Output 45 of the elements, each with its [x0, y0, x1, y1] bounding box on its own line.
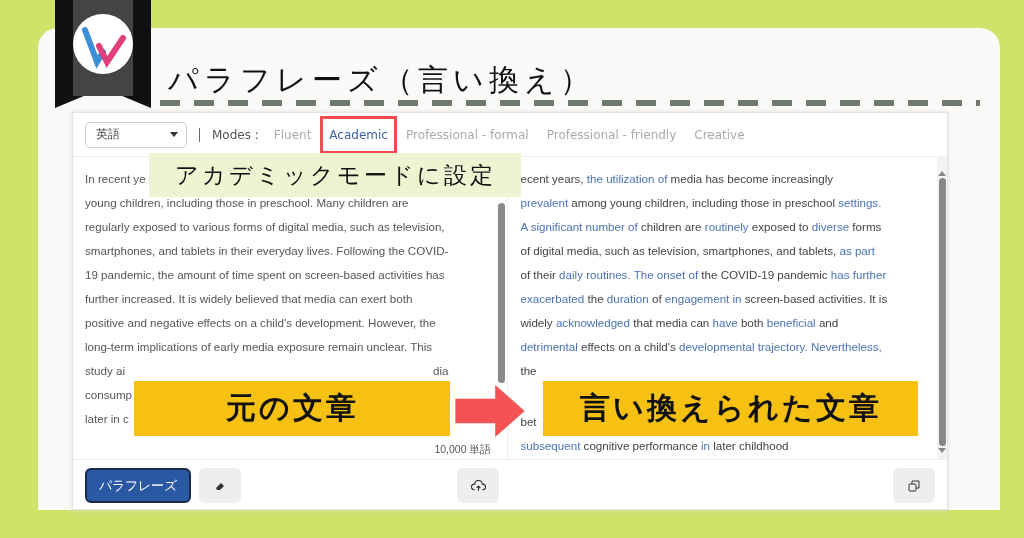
modes-label: Modes :	[212, 127, 259, 142]
source-text: 19 pandemic, the amount of time spent on screen-based activities has	[85, 267, 445, 283]
source-text: further increased. It is widely believed that media can exert both	[85, 291, 413, 307]
paraphrased-text: of digital media, such as television, smartphones, and tablets, as part	[520, 243, 875, 259]
paraphrased-text: detrimental effects on a child's developmental trajectory. Nevertheless,	[520, 339, 882, 355]
source-text: young children, including those in preschool. Many children are	[85, 195, 409, 211]
page-title: パラフレーズ（言い換え）	[168, 61, 595, 99]
copy-button[interactable]	[893, 468, 935, 503]
cloud-upload-icon	[470, 479, 486, 492]
paraphrased-text: the	[520, 363, 537, 379]
mode-tab[interactable]: Creative	[685, 115, 754, 154]
annotation-label: 言い換えられた文章	[543, 381, 918, 436]
language-dropdown[interactable]: 英語	[85, 121, 187, 148]
source-text: In recent ye	[85, 171, 146, 187]
mode-tab[interactable]: Professional - friendly	[537, 115, 686, 154]
annotation-label: 元の文章	[134, 381, 450, 436]
paraphrased-text: widely acknowledged that media can have both beneficial and	[520, 315, 839, 331]
paraphrased-text: of their daily routines. The onset of the COVID-19 pandemic has further	[520, 267, 887, 283]
upload-button[interactable]	[457, 468, 499, 503]
paraphrased-text: A significant number of children are routinely exposed to diverse forms	[520, 219, 882, 235]
mode-tab[interactable]: Professional - formal	[396, 115, 538, 154]
copy-icon	[908, 479, 920, 492]
source-text: long-term implications of early media exposure remain unclear. This	[85, 339, 433, 355]
paraphrased-text: ecent years, the utilization of media has become increasingly	[520, 171, 833, 187]
scroll-up-icon[interactable]	[938, 171, 946, 176]
scrollbar[interactable]	[938, 178, 946, 446]
mode-tab[interactable]: Fluent	[264, 115, 321, 154]
paraphrased-text: bet	[520, 414, 537, 430]
source-text: study ai	[85, 363, 125, 379]
paraphrase-button[interactable]: パラフレーズ	[85, 468, 191, 503]
source-text: dia	[432, 363, 449, 379]
source-text: later in c	[85, 411, 129, 427]
caret-icon	[170, 132, 178, 137]
source-text: regularly exposed to various forms of digital media, such as television,	[85, 219, 445, 235]
eraser-button[interactable]	[199, 468, 241, 503]
source-text: smartphones, and tablets in their everyday lives. Following the COVID-	[85, 243, 449, 259]
source-text: consump	[85, 387, 133, 403]
paraphrased-text: exacerbated the duration of engagement in screen-based activities. It is	[520, 291, 888, 307]
annotation-callout: アカデミックモードに設定	[149, 153, 521, 197]
scrollbar[interactable]	[498, 203, 506, 383]
source-text: positive and negative effects on a child's development. However, the	[85, 315, 436, 331]
scroll-down-icon[interactable]	[938, 448, 946, 453]
word-count: 10,000 単語	[434, 443, 492, 457]
paraphrased-text: prevalent among young children, including those in preschool settings.	[520, 195, 882, 211]
paraphrased-text: subsequent cognitive performance in later childhood	[520, 438, 789, 454]
